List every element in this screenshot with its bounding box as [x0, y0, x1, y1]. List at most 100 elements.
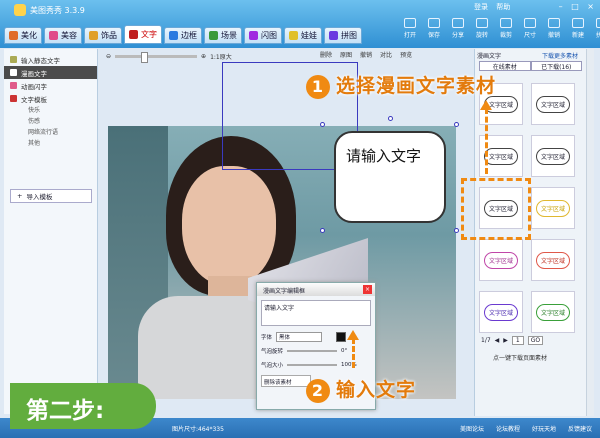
speech-bubble[interactable]: [334, 131, 446, 223]
beauty-icon: [49, 31, 58, 40]
tab-frame[interactable]: 边框: [164, 27, 202, 44]
fun-link[interactable]: 好玩天地: [532, 424, 556, 433]
folder-icon: [404, 18, 416, 28]
right-panel-subtabs: 在线素材 已下载(16): [475, 61, 586, 71]
next-page-button[interactable]: ▶: [503, 337, 508, 344]
rotate-value: 0°: [341, 348, 348, 354]
save-icon: [428, 18, 440, 28]
delete-action[interactable]: 删除: [320, 50, 332, 59]
resize-handle[interactable]: [454, 228, 459, 233]
material-thumb[interactable]: 文字区域: [531, 239, 575, 281]
frame-icon: [169, 31, 178, 40]
bubble-text[interactable]: 请输入文字: [346, 146, 430, 166]
right-scrollbar[interactable]: [586, 49, 594, 416]
title-bar: 美图秀秀 3.3.9 登录 帮助 – □ × 美化 美容 饰品 文字 边框 场景…: [0, 0, 600, 48]
original-action[interactable]: 原图: [340, 50, 352, 59]
zoom-out-icon[interactable]: ⊖: [106, 53, 111, 60]
app-title: 美图秀秀 3.3.9: [30, 6, 85, 15]
feedback-link[interactable]: 反馈建议: [568, 424, 592, 433]
beautify-icon: [9, 31, 18, 40]
save-button[interactable]: 保存: [422, 18, 446, 39]
material-thumb[interactable]: 文字区域: [531, 291, 575, 333]
undo-action[interactable]: 撤销: [360, 50, 372, 59]
tab-online[interactable]: 在线素材: [479, 61, 531, 71]
resize-button[interactable]: 尺寸: [518, 18, 542, 39]
prev-page-button[interactable]: ◀: [495, 337, 500, 344]
zoom-in-icon[interactable]: ⊕: [201, 53, 206, 60]
size-slider[interactable]: [287, 364, 338, 366]
material-thumb[interactable]: 文字区域: [531, 135, 575, 177]
tutorial-link[interactable]: 论坛教程: [496, 424, 520, 433]
scene-icon: [209, 31, 218, 40]
open-button[interactable]: 打开: [398, 18, 422, 39]
compare-action[interactable]: 对比: [380, 50, 392, 59]
selection-highlight: [461, 178, 531, 240]
rotate-slider[interactable]: [287, 350, 338, 352]
collage-icon: [329, 31, 338, 40]
crop-button[interactable]: 裁剪: [494, 18, 518, 39]
share-button[interactable]: 分享: [446, 18, 470, 39]
dialog-close-button[interactable]: ×: [363, 285, 372, 294]
left-item-comic-text[interactable]: 漫画文字: [4, 66, 97, 79]
tab-beautify[interactable]: 美化: [4, 27, 42, 44]
page-input[interactable]: 1: [511, 336, 524, 345]
resize-handle[interactable]: [320, 122, 325, 127]
doll-icon: [289, 31, 298, 40]
left-item-static-text[interactable]: 输入静态文字: [4, 53, 97, 66]
download-more-link[interactable]: 下载更多素材: [542, 51, 578, 60]
tab-beauty[interactable]: 美容: [44, 27, 82, 44]
delete-material-button[interactable]: 删除该素材: [261, 375, 311, 387]
minimize-button[interactable]: –: [559, 2, 563, 11]
resize-handle[interactable]: [320, 228, 325, 233]
right-panel-tabs: 漫画文字 下载更多素材: [475, 49, 586, 61]
pager: 1/7 ◀ ▶ 1 GO: [481, 336, 577, 345]
login-link[interactable]: 登录: [474, 3, 488, 11]
collage-tool-icon: [596, 18, 600, 28]
step-badge: 第二步:: [10, 383, 156, 429]
go-button[interactable]: GO: [527, 336, 544, 345]
material-thumb[interactable]: 文字区域: [479, 239, 523, 281]
help-link[interactable]: 帮助: [496, 3, 510, 11]
color-swatch[interactable]: [336, 332, 347, 342]
template-category[interactable]: 快乐: [4, 105, 97, 116]
tab-doll[interactable]: 娃娃: [284, 27, 322, 44]
tab-collage[interactable]: 拼图: [324, 27, 362, 44]
rotate-handle[interactable]: [388, 116, 393, 121]
template-category[interactable]: 伤感: [4, 116, 97, 127]
rotate-icon: [476, 18, 488, 28]
material-thumb[interactable]: 文字区域: [479, 291, 523, 333]
left-item-animated-text[interactable]: 动画闪字: [4, 79, 97, 92]
rotate-button[interactable]: 旋转: [470, 18, 494, 39]
tab-downloaded[interactable]: 已下载(16): [530, 61, 582, 71]
zoom-slider[interactable]: [115, 51, 198, 63]
size-label: 气泡大小: [261, 363, 284, 369]
left-item-text-template[interactable]: 文字模板: [4, 92, 97, 105]
zoom-label[interactable]: 1:1原大: [210, 52, 232, 61]
template-category[interactable]: 其他: [4, 138, 97, 149]
template-category[interactable]: 网络流行语: [4, 127, 97, 138]
forum-link[interactable]: 美图论坛: [460, 424, 484, 433]
dialog-text-input[interactable]: 请输入文字: [261, 300, 371, 326]
tab-comic-text[interactable]: 漫画文字: [477, 51, 501, 60]
window-links: 登录 帮助: [474, 2, 516, 12]
preview-action[interactable]: 预览: [400, 50, 412, 59]
import-template-button[interactable]: + 导入模板: [10, 189, 92, 203]
material-thumb[interactable]: 文字区域: [531, 187, 575, 229]
maximize-button[interactable]: □: [571, 2, 579, 11]
close-button[interactable]: ×: [587, 2, 594, 11]
top-toolbar: 打开 保存 分享 旋转 裁剪 尺寸 撤销 新建 拼图: [398, 18, 600, 39]
tab-scene[interactable]: 场景: [204, 27, 242, 44]
size-row: 气泡大小 100%: [257, 358, 375, 372]
material-thumb[interactable]: 文字区域: [531, 83, 575, 125]
resize-handle[interactable]: [454, 122, 459, 127]
download-note[interactable]: 点一键下载页面素材: [493, 353, 547, 362]
tab-flash[interactable]: 闪图: [244, 27, 282, 44]
image-size: 图片尺寸:464*335: [172, 426, 224, 433]
step1-annotation: 1 选择漫画文字素材: [306, 71, 496, 99]
tab-accessories[interactable]: 饰品: [84, 27, 122, 44]
font-select[interactable]: 黑体: [276, 332, 323, 342]
tab-text[interactable]: 文字: [124, 25, 162, 44]
undo-button[interactable]: 撤销: [542, 18, 566, 39]
new-button[interactable]: 新建: [566, 18, 590, 39]
collage-button[interactable]: 拼图: [590, 18, 600, 39]
